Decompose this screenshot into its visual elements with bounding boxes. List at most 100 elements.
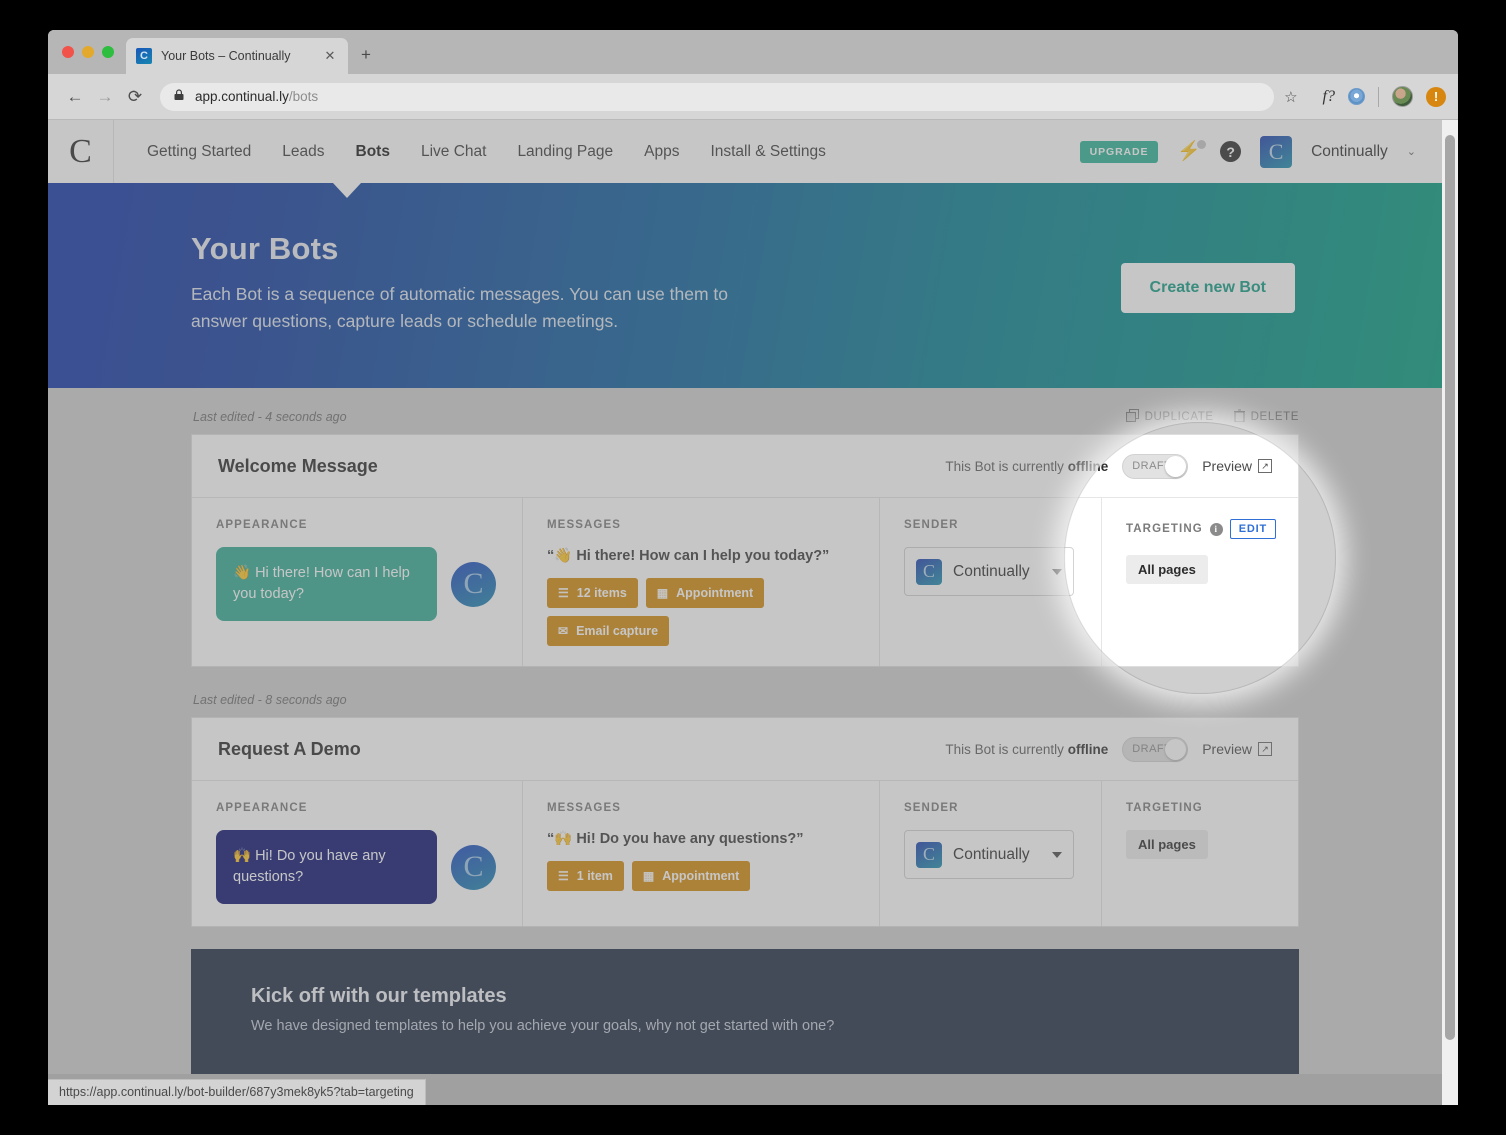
nav-active-notch-icon xyxy=(333,183,361,198)
help-icon[interactable]: ? xyxy=(1220,141,1242,162)
nav-item-leads[interactable]: Leads xyxy=(282,143,324,161)
nav-item-landing-page[interactable]: Landing Page xyxy=(517,143,613,161)
sender-label: SENDER xyxy=(904,802,959,814)
chip-items[interactable]: ☰ 1 item xyxy=(547,861,624,891)
app-nav-links: Getting Started Leads Bots Live Chat Lan… xyxy=(147,143,826,161)
update-alert-icon[interactable]: ! xyxy=(1426,86,1446,107)
browser-toolbar: ← → ⟳ app.continual.ly/bots ☆ f? ! xyxy=(48,74,1458,120)
nav-item-bots[interactable]: Bots xyxy=(356,143,390,161)
nav-item-getting-started[interactable]: Getting Started xyxy=(147,143,251,161)
chip-email-capture[interactable]: ✉ Email capture xyxy=(547,616,670,646)
info-icon[interactable]: i xyxy=(1209,522,1223,536)
appearance-column: APPEARANCE 👋 Hi there! How can I help yo… xyxy=(192,498,522,666)
continually-logo-icon: C xyxy=(69,132,92,170)
close-tab-icon[interactable]: ✕ xyxy=(322,48,338,64)
targeting-column: TARGETING i EDIT All pages xyxy=(1101,498,1298,666)
sender-select[interactable]: C Continually xyxy=(904,830,1074,879)
bot-card: Welcome Message This Bot is currently of… xyxy=(191,434,1299,667)
sender-logo-icon: C xyxy=(916,841,942,868)
appearance-column: APPEARANCE 🙌 Hi! Do you have any questio… xyxy=(192,781,522,926)
chevron-down-icon[interactable]: ⌄ xyxy=(1407,145,1416,158)
sender-column: SENDER C Continually xyxy=(879,781,1101,926)
page-subtitle: Each Bot is a sequence of automatic mess… xyxy=(191,284,728,332)
hero-banner: Your Bots Each Bot is a sequence of auto… xyxy=(48,183,1442,388)
sender-select[interactable]: C Continually xyxy=(904,547,1074,596)
bookmark-star-icon[interactable]: ☆ xyxy=(1284,88,1297,106)
chip-items[interactable]: ☰ 12 items xyxy=(547,578,638,608)
bot-card-body: APPEARANCE 🙌 Hi! Do you have any questio… xyxy=(192,781,1298,926)
templates-panel: Kick off with our templates We have desi… xyxy=(191,949,1299,1074)
bots-list: Last edited - 4 seconds ago DUPLICATE DE… xyxy=(48,388,1442,1074)
upgrade-button[interactable]: UPGRADE xyxy=(1079,140,1159,163)
app-logo[interactable]: C xyxy=(48,120,114,183)
targeting-tag: All pages xyxy=(1126,830,1208,859)
nav-item-live-chat[interactable]: Live Chat xyxy=(421,143,486,161)
chip-label: 12 items xyxy=(576,586,627,600)
chip-appointment[interactable]: ▦ Appointment xyxy=(645,578,765,608)
close-window-button[interactable] xyxy=(62,46,74,58)
bot-card: Request A Demo This Bot is currently off… xyxy=(191,717,1299,927)
url-text: app.continual.ly/bots xyxy=(195,89,318,104)
bot-card-header: Request A Demo This Bot is currently off… xyxy=(192,718,1298,781)
favicon-icon: C xyxy=(136,48,152,64)
templates-subtitle: We have designed templates to help you a… xyxy=(251,1018,835,1034)
account-name[interactable]: Continually xyxy=(1311,143,1388,161)
sender-name: Continually xyxy=(953,845,1030,863)
url-host: app.continual.ly xyxy=(195,89,289,104)
address-bar[interactable]: app.continual.ly/bots xyxy=(160,82,1275,111)
toggle-knob xyxy=(1165,738,1187,760)
bot-draft-toggle[interactable]: DRAFT xyxy=(1122,736,1189,762)
reload-icon[interactable]: ⟳ xyxy=(120,87,150,107)
duplicate-button[interactable]: DUPLICATE xyxy=(1125,409,1214,425)
app-nav-right: UPGRADE ⚡ ? C Continually ⌄ xyxy=(1079,135,1442,168)
forward-icon[interactable]: → xyxy=(90,87,120,107)
duplicate-label: DUPLICATE xyxy=(1144,411,1214,423)
tab-title: Your Bots – Continually xyxy=(161,49,291,63)
bot-card-header-actions: This Bot is currently offline DRAFT Prev… xyxy=(945,736,1272,762)
chevron-down-icon xyxy=(1052,851,1062,858)
create-new-bot-button[interactable]: Create new Bot xyxy=(1120,263,1295,313)
chip-appointment[interactable]: ▦ Appointment xyxy=(631,861,751,891)
profile-avatar-icon[interactable] xyxy=(1392,86,1413,107)
preview-link[interactable]: Preview ↗ xyxy=(1202,458,1272,474)
browser-tab[interactable]: C Your Bots – Continually ✕ xyxy=(126,38,348,74)
bot-status-value: offline xyxy=(1067,458,1109,474)
nav-item-apps[interactable]: Apps xyxy=(644,143,679,161)
message-chips: ☰ 12 items ▦ Appointment ✉ Email capture xyxy=(547,578,857,646)
bot-status-text: This Bot is currently offline xyxy=(945,458,1109,474)
scrollbar-thumb[interactable] xyxy=(1445,135,1455,1040)
nav-item-install-settings[interactable]: Install & Settings xyxy=(710,143,825,161)
page-scrollbar[interactable] xyxy=(1442,120,1458,1105)
bot-name: Welcome Message xyxy=(218,455,378,476)
toggle-knob xyxy=(1165,455,1187,477)
external-link-icon: ↗ xyxy=(1258,742,1272,756)
messages-label: MESSAGES xyxy=(547,519,621,531)
maximize-window-button[interactable] xyxy=(102,46,114,58)
preview-link[interactable]: Preview ↗ xyxy=(1202,741,1272,757)
notifications-bolt-icon[interactable]: ⚡ xyxy=(1177,139,1207,162)
chat-bubble: 🙌 Hi! Do you have any questions? xyxy=(216,830,437,905)
bot-avatar-icon: C xyxy=(451,561,496,607)
list-icon: ☰ xyxy=(558,869,569,883)
bot-draft-toggle[interactable]: DRAFT xyxy=(1122,453,1189,479)
bot-meta-actions: DUPLICATE DELETE xyxy=(1125,409,1299,425)
chat-bubble: 👋 Hi there! How can I help you today? xyxy=(216,547,437,622)
browser-window: C Your Bots – Continually ✕ + ← → ⟳ app.… xyxy=(48,30,1458,1105)
notification-dot xyxy=(1197,139,1207,149)
bot-meta-row: Last edited - 8 seconds ago xyxy=(193,689,1299,711)
extension-fontface-icon[interactable]: f? xyxy=(1323,88,1335,106)
calendar-icon: ▦ xyxy=(656,586,669,600)
preview-label: Preview xyxy=(1202,741,1252,757)
targeting-edit-button[interactable]: EDIT xyxy=(1229,519,1277,539)
minimize-window-button[interactable] xyxy=(82,46,94,58)
delete-button[interactable]: DELETE xyxy=(1233,409,1299,425)
chip-label: Email capture xyxy=(576,624,659,638)
new-tab-icon[interactable]: + xyxy=(361,46,371,63)
extension-blue-icon[interactable] xyxy=(1348,88,1365,105)
message-quote: “👋 Hi there! How can I help you today?” xyxy=(547,548,830,564)
chip-label: 1 item xyxy=(576,869,613,883)
targeting-label-row: TARGETING xyxy=(1126,802,1276,814)
back-icon[interactable]: ← xyxy=(60,87,90,107)
sender-label: SENDER xyxy=(904,519,959,531)
targeting-tag: All pages xyxy=(1126,555,1208,584)
